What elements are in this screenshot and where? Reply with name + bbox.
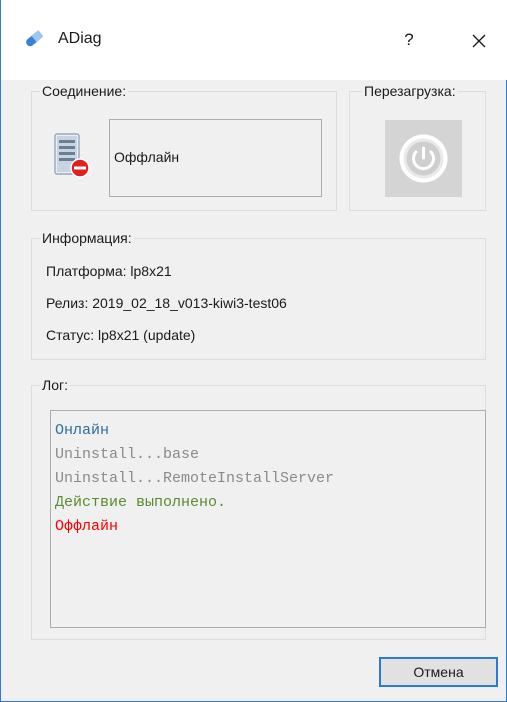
title-bar: ADiag ? bbox=[1, 0, 507, 80]
log-line: Оффлайн bbox=[55, 518, 119, 535]
status-text: Статус: lp8x21 (update) bbox=[46, 327, 196, 343]
info-legend: Информация: bbox=[40, 229, 134, 247]
log-output[interactable]: Онлайн Uninstall...base Uninstall...Remo… bbox=[50, 410, 486, 628]
log-line: Uninstall...base bbox=[55, 446, 200, 463]
power-icon bbox=[386, 134, 461, 199]
close-icon bbox=[471, 32, 487, 48]
close-button[interactable] bbox=[459, 22, 499, 58]
window-title: ADiag bbox=[58, 30, 102, 47]
info-group: Информация: Платформа: lp8x21 Релиз: 201… bbox=[31, 229, 486, 360]
cancel-button[interactable]: Отмена bbox=[379, 657, 498, 687]
log-line: Действие выполнено. bbox=[55, 494, 227, 511]
connection-group: Соединение: Оффлайн bbox=[31, 82, 337, 211]
log-line: Uninstall...RemoteInstallServer bbox=[55, 470, 335, 487]
log-line: Онлайн bbox=[55, 422, 110, 439]
connection-status-text: Оффлайн bbox=[114, 149, 180, 165]
connection-legend: Соединение: bbox=[40, 82, 129, 100]
reboot-group: Перезагрузка: bbox=[349, 82, 486, 211]
app-icon bbox=[23, 28, 45, 50]
reboot-button[interactable] bbox=[385, 120, 462, 197]
reboot-legend: Перезагрузка: bbox=[362, 82, 458, 100]
help-button[interactable]: ? bbox=[389, 22, 429, 58]
log-legend: Лог: bbox=[40, 376, 70, 394]
adiag-dialog: ADiag ? Соединение: Оффлайн Перезагрузка… bbox=[0, 0, 507, 702]
connection-status-field: Оффлайн bbox=[109, 119, 322, 197]
log-group: Лог: Онлайн Uninstall...base Uninstall..… bbox=[31, 376, 486, 640]
release-text: Релиз: 2019_02_18_v013-kiwi3-test06 bbox=[46, 295, 287, 311]
server-offline-icon bbox=[52, 132, 92, 180]
platform-text: Платформа: lp8x21 bbox=[46, 263, 172, 279]
